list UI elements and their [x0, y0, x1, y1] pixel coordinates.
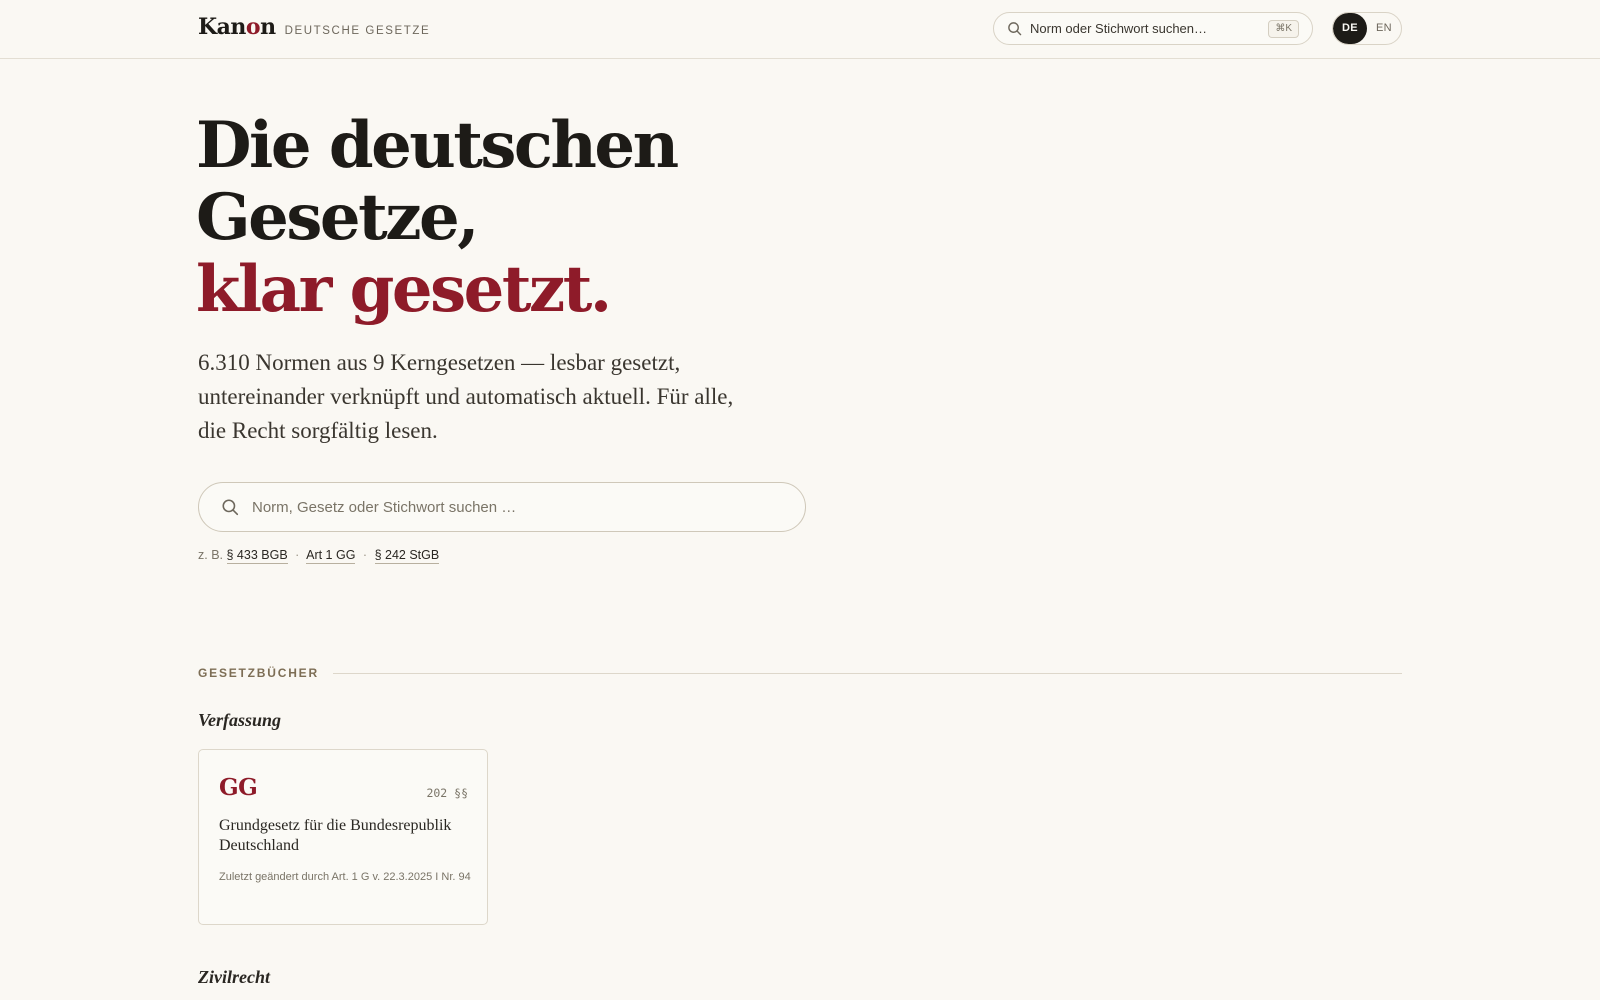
search-icon	[221, 498, 239, 521]
section-header: GESETZBÜCHER	[198, 666, 1402, 680]
law-card-amendment-note: Zuletzt geändert durch Art. 1 G v. 22.3.…	[219, 871, 471, 883]
brand-subtitle: DEUTSCHE GESETZE	[284, 25, 431, 37]
example-link-433-bgb[interactable]: § 433 BGB	[226, 548, 288, 564]
examples-separator: ·	[295, 548, 300, 562]
brand-name: Kanon	[198, 14, 276, 40]
language-en-button[interactable]: EN	[1367, 13, 1401, 44]
header-search-field[interactable]: Norm oder Stichwort suchen… ⌘K	[993, 12, 1313, 45]
hero-subtitle: 6.310 Normen aus 9 Kerngesetzen — lesbar…	[198, 350, 734, 443]
header-search-placeholder: Norm oder Stichwort suchen…	[1030, 21, 1208, 36]
hero-title-line-2: Gesetze,	[196, 180, 480, 255]
language-switcher: DE EN	[1332, 12, 1402, 45]
brand-logo[interactable]: Kanon DEUTSCHE GESETZE	[198, 14, 430, 40]
law-card-abbreviation: GG	[219, 774, 258, 801]
section-divider	[332, 672, 1402, 674]
group-title-zivilrecht: Zivilrecht	[198, 967, 270, 987]
example-link-art1-gg[interactable]: Art 1 GG	[306, 548, 356, 564]
section-label: GESETZBÜCHER	[198, 666, 319, 680]
main-search-placeholder: Norm, Gesetz oder Stichwort suchen …	[252, 499, 517, 516]
brand-accent-letter: o	[245, 14, 261, 40]
language-de-button[interactable]: DE	[1333, 13, 1367, 44]
law-card-norm-count: 202 §§	[426, 786, 468, 800]
example-link-242-stgb[interactable]: § 242 StGB	[374, 548, 440, 564]
hero-title-line-1: Die deutschen	[196, 108, 679, 183]
top-bar: Kanon DEUTSCHE GESETZE Norm oder Stichwo…	[0, 0, 1600, 59]
keyboard-shortcut-badge: ⌘K	[1268, 20, 1299, 38]
main-search-input[interactable]: Norm, Gesetz oder Stichwort suchen …	[198, 482, 806, 532]
group-title-verfassung: Verfassung	[198, 710, 282, 730]
search-examples: z. B. § 433 BGB · Art 1 GG · § 242 StGB	[198, 548, 440, 564]
hero-title: Die deutschen Gesetze, klar gesetzt.	[196, 110, 956, 326]
hero-title-accent-line: klar gesetzt.	[196, 252, 612, 327]
law-card-full-name: Grundgesetz für die Bundesrepublik Deuts…	[219, 817, 452, 854]
law-card-gg[interactable]: GG 202 §§ Grundgesetz für die Bundesrepu…	[198, 749, 488, 925]
examples-separator: ·	[362, 548, 368, 562]
examples-prefix: z. B.	[198, 548, 224, 562]
search-icon	[1007, 21, 1022, 41]
